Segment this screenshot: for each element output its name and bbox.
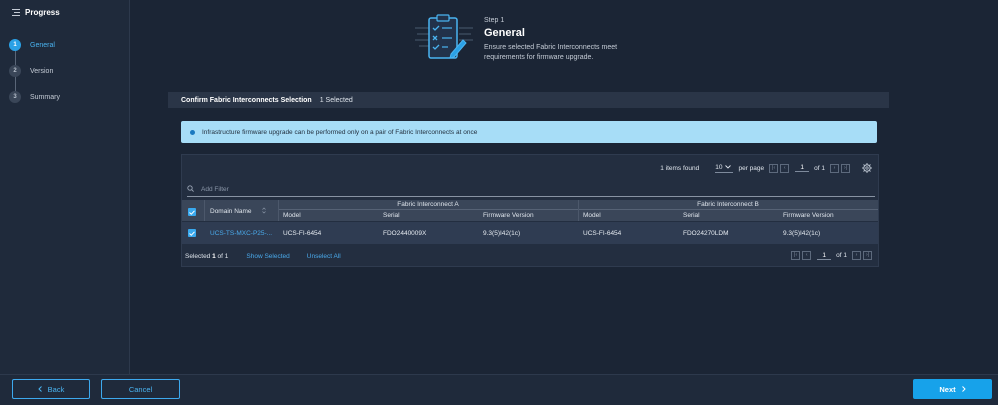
page-total: of 1 (814, 164, 825, 172)
filter-input[interactable]: Add Filter (187, 183, 875, 197)
selected-count: 1 (212, 253, 216, 260)
chevron-left-icon (37, 385, 42, 394)
column-divider (204, 200, 205, 221)
group-header-fi-b: Fabric Interconnect B (697, 201, 759, 208)
col-serial-a[interactable]: Serial (383, 212, 400, 219)
table-pagination-bottom: |‹ ‹ 1 of 1 › ›| (791, 251, 874, 260)
step-general[interactable]: 1 General (9, 39, 55, 51)
per-page-select[interactable]: 10 (715, 163, 734, 173)
per-page-value: 10 (715, 163, 723, 171)
unselect-all-link[interactable]: Unselect All (307, 253, 341, 260)
selection-header: Confirm Fabric Interconnects Selection 1… (168, 92, 889, 108)
last-page-icon[interactable]: ›| (841, 163, 850, 173)
progress-sidebar: Progress 1 General 2 Version 3 Summary (0, 0, 130, 374)
cell-firmware-a: 9.3(5)I42(1c) (483, 230, 521, 237)
prev-page-icon[interactable]: ‹ (802, 251, 812, 260)
col-firmware-a[interactable]: Firmware Version (483, 212, 534, 219)
fabric-interconnects-table: 1 items found 10 per page |‹ ‹ 1 of 1 › … (181, 154, 879, 267)
prev-page-icon[interactable]: ‹ (780, 163, 790, 173)
table-footer: Selected 1 of 1 Show Selected Unselect A… (182, 248, 878, 265)
cell-firmware-b: 9.3(5)I42(1c) (783, 230, 821, 237)
filter-placeholder: Add Filter (201, 186, 229, 193)
wizard-actions: Back Cancel Next (0, 374, 998, 405)
selection-title: Confirm Fabric Interconnects Selection (181, 96, 312, 104)
row-checkbox[interactable] (188, 229, 196, 237)
per-page-label: per page (738, 164, 765, 172)
table-row[interactable]: UCS-TS-MXC-P25-... UCS-FI-6454 FDO244000… (182, 222, 878, 244)
page-total: of 1 (836, 252, 847, 259)
info-banner: Infrastructure firmware upgrade can be p… (181, 121, 877, 143)
step-indicator: Step 1 (484, 17, 505, 24)
col-domain-name[interactable]: Domain Name (210, 208, 252, 215)
col-firmware-b[interactable]: Firmware Version (783, 212, 834, 219)
col-model-b[interactable]: Model (583, 212, 601, 219)
col-serial-b[interactable]: Serial (683, 212, 700, 219)
step-label: Summary (30, 93, 60, 101)
chevron-right-icon (961, 385, 966, 394)
step-number: 1 (9, 39, 21, 51)
info-icon (190, 129, 195, 135)
progress-title: Progress (25, 8, 60, 17)
gear-icon[interactable] (862, 163, 872, 173)
selected-total: of 1 (217, 253, 229, 260)
info-message: Infrastructure firmware upgrade can be p… (202, 128, 478, 136)
select-all-checkbox[interactable] (188, 208, 196, 216)
next-page-icon[interactable]: › (852, 251, 861, 260)
first-page-icon[interactable]: |‹ (769, 163, 779, 173)
col-model-a[interactable]: Model (283, 212, 301, 219)
cancel-button[interactable]: Cancel (101, 379, 180, 399)
cell-serial-a: FDO2440009X (383, 230, 427, 237)
group-header-fi-a: Fabric Interconnect A (397, 201, 459, 208)
checklist-document-icon (415, 14, 473, 66)
back-label: Back (47, 384, 65, 394)
next-label: Next (939, 384, 956, 394)
next-page-icon[interactable]: › (830, 163, 839, 173)
step-label: General (30, 41, 55, 49)
selected-summary: Selected 1 of 1 (185, 253, 228, 260)
step-number: 2 (9, 65, 21, 77)
column-divider (278, 200, 279, 221)
items-found: 1 items found (660, 164, 700, 172)
page-title: General (484, 27, 525, 39)
table-pagination-top: 1 items found 10 per page |‹ ‹ 1 of 1 › … (660, 161, 872, 175)
collapse-menu-icon[interactable] (12, 9, 20, 16)
step-summary[interactable]: 3 Summary (9, 91, 60, 103)
page-description: Ensure selected Fabric Interconnects mee… (484, 44, 618, 61)
page-number-input[interactable]: 1 (795, 164, 810, 172)
selection-count: 1 Selected (319, 96, 353, 104)
cell-model-a: UCS-FI-6454 (283, 230, 322, 237)
step-number: 3 (9, 91, 21, 103)
search-icon (187, 185, 194, 194)
step-version[interactable]: 2 Version (9, 65, 53, 77)
cell-serial-b: FDO24270LDM (683, 230, 729, 237)
next-button[interactable]: Next (913, 379, 992, 399)
progress-header: Progress (12, 8, 60, 17)
column-divider (578, 200, 579, 221)
cancel-label: Cancel (128, 384, 153, 394)
page-number-input[interactable]: 1 (817, 252, 832, 260)
cell-model-b: UCS-FI-6454 (583, 230, 622, 237)
selected-prefix: Selected (185, 253, 211, 260)
sort-icon[interactable] (262, 207, 266, 216)
chevron-down-icon (725, 164, 732, 171)
back-button[interactable]: Back (12, 379, 90, 399)
last-page-icon[interactable]: ›| (863, 251, 872, 260)
step-label: Version (30, 67, 54, 75)
show-selected-link[interactable]: Show Selected (246, 253, 289, 260)
first-page-icon[interactable]: |‹ (791, 251, 801, 260)
domain-name-link[interactable]: UCS-TS-MXC-P25-... (210, 230, 272, 237)
